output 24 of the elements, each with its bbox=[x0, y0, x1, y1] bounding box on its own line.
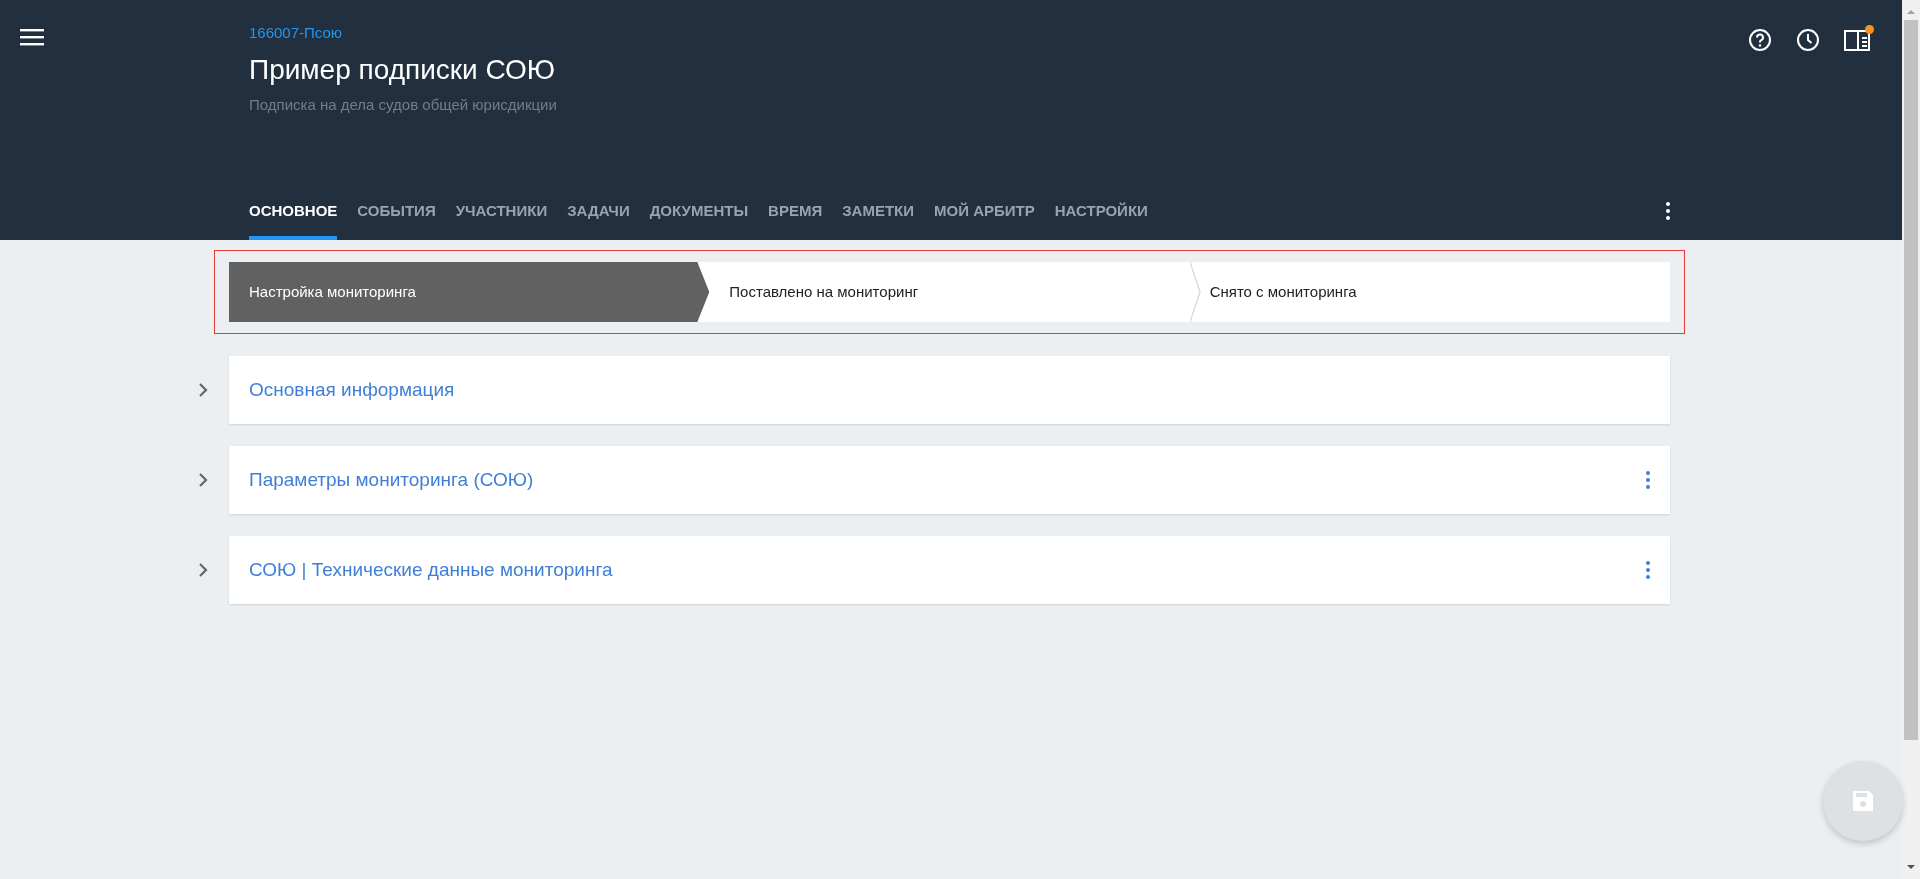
section-title[interactable]: Основная информация bbox=[249, 375, 1650, 405]
tab[interactable]: ДОКУМЕНТЫ bbox=[649, 199, 749, 240]
tab[interactable]: СОБЫТИЯ bbox=[357, 199, 436, 240]
clock-icon[interactable] bbox=[1796, 28, 1820, 52]
page-subtitle: Подписка на дела судов общей юрисдикции bbox=[249, 95, 558, 116]
scroll-down-icon[interactable] bbox=[1906, 863, 1916, 871]
tab[interactable]: НАСТРОЙКИ bbox=[1054, 199, 1148, 240]
stage-step[interactable]: Поставлено на мониторинг bbox=[709, 262, 1190, 322]
page-title: Пример подписки СОЮ bbox=[249, 52, 557, 87]
tab[interactable]: ОСНОВНОЕ bbox=[249, 199, 338, 240]
section-title[interactable]: СОЮ | Технические данные мониторинга bbox=[249, 555, 1646, 585]
scrollbar[interactable] bbox=[1902, 0, 1920, 879]
tab[interactable]: ЗАМЕТКИ bbox=[842, 199, 915, 240]
scrollbar-thumb[interactable] bbox=[1904, 20, 1918, 740]
step-divider-icon bbox=[1189, 262, 1202, 322]
tab[interactable]: ВРЕМЯ bbox=[768, 199, 823, 240]
tab[interactable]: УЧАСТНИКИ bbox=[455, 199, 548, 240]
stage-step[interactable]: Снято с мониторинга bbox=[1189, 262, 1670, 322]
case-id-link[interactable]: 166007-Псою bbox=[249, 22, 1748, 45]
tab[interactable]: МОЙ АРБИТР bbox=[934, 199, 1035, 240]
section-title[interactable]: Параметры мониторинга (СОЮ) bbox=[249, 465, 1646, 495]
help-icon[interactable] bbox=[1748, 28, 1772, 52]
stage-step[interactable]: Настройка мониторинга bbox=[229, 262, 710, 322]
tab[interactable]: ЗАДАЧИ bbox=[567, 199, 630, 240]
